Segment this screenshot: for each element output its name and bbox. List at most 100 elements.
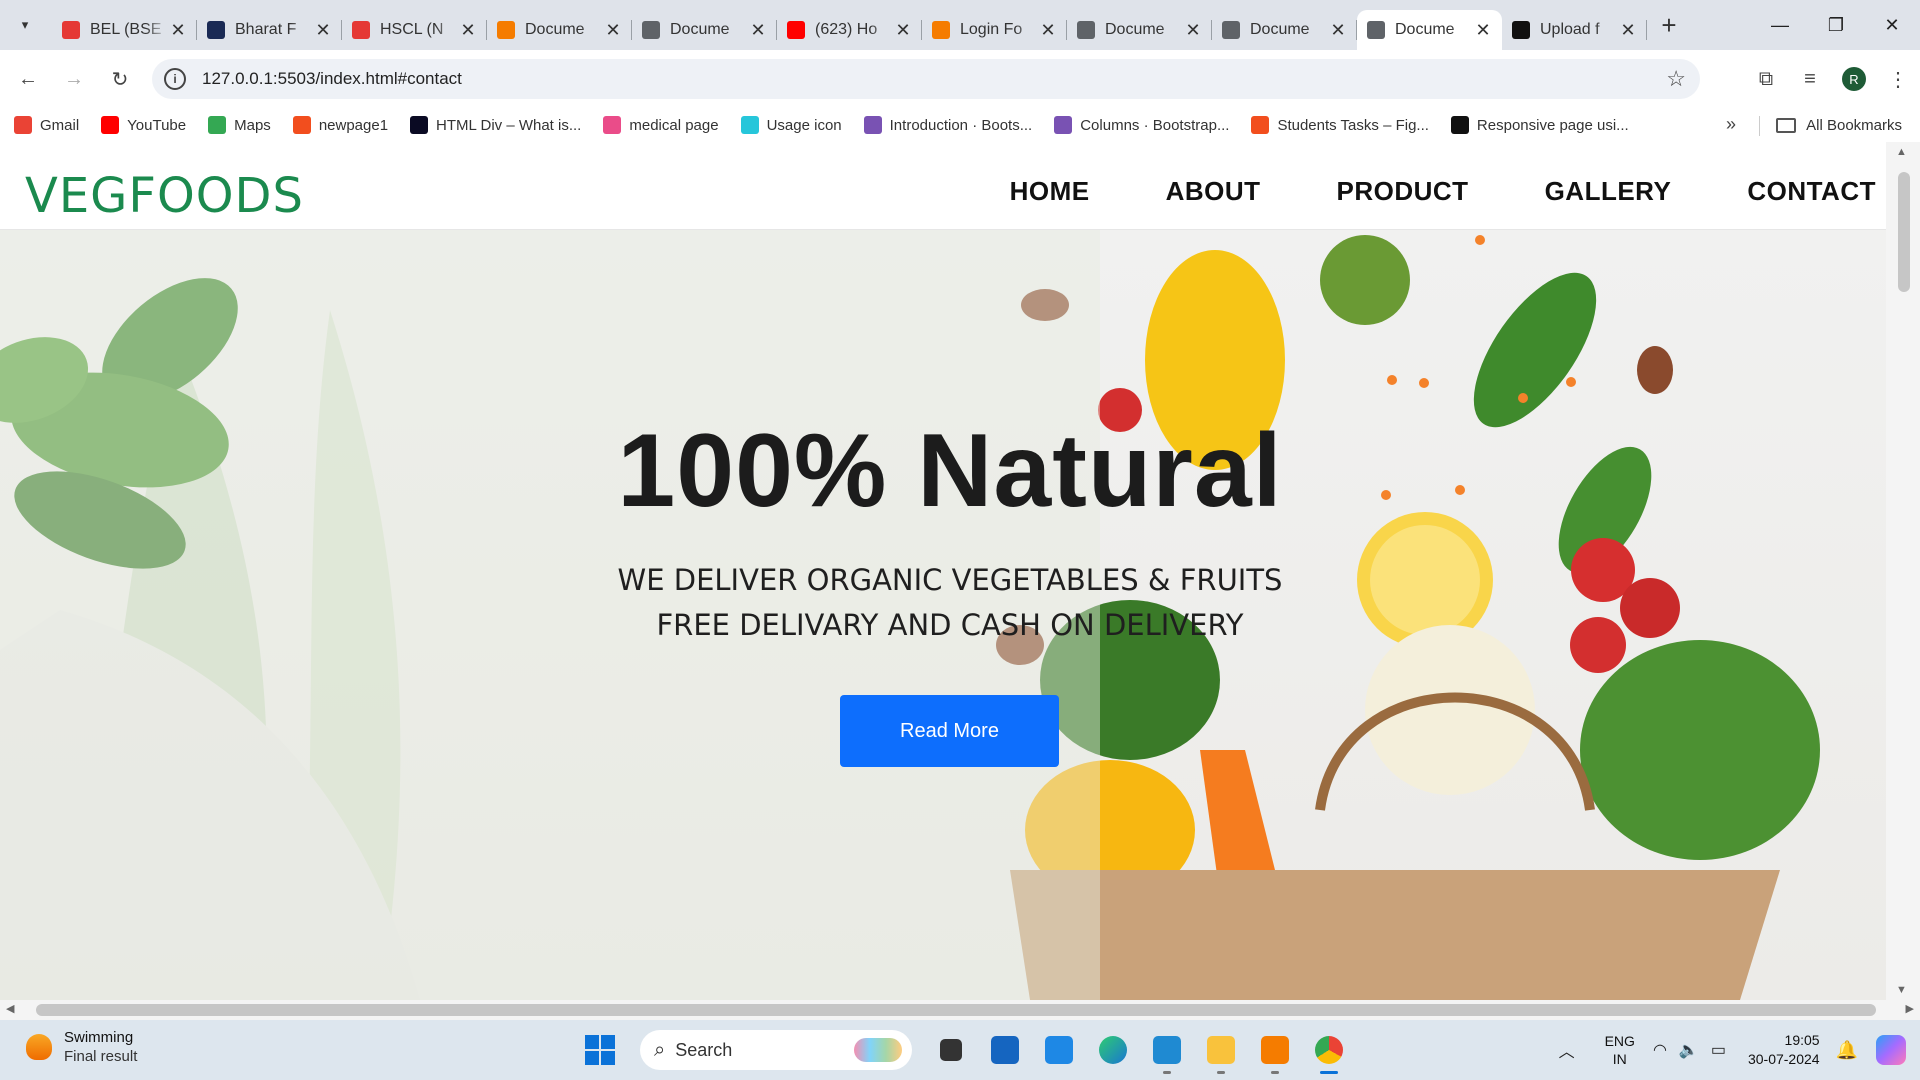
forward-button[interactable]: → [56, 61, 92, 97]
vertical-scrollbar[interactable]: ▲ ▼ [1886, 142, 1920, 1000]
clock-date: 30-07-2024 [1747, 1051, 1820, 1067]
nav-link-product[interactable]: PRODUCT [1337, 176, 1469, 207]
close-tab-icon[interactable]: ✕ [1329, 20, 1347, 41]
show-hidden-icons-icon[interactable]: ︿ [1559, 1038, 1575, 1062]
bookmark-item[interactable]: Columns · Bootstrap... [1054, 116, 1229, 134]
browser-tab[interactable]: BEL (BSE ✕ [52, 10, 197, 50]
tab-title: Docume [670, 21, 730, 38]
restore-button[interactable]: ❐ [1808, 0, 1864, 50]
more-bookmarks-icon[interactable]: » [1726, 114, 1736, 135]
close-tab-icon[interactable]: ✕ [1619, 20, 1637, 41]
bookmark-item[interactable]: newpage1 [292, 116, 388, 134]
bookmark-item[interactable]: Gmail [14, 116, 79, 134]
close-tab-icon[interactable]: ✕ [1474, 20, 1492, 41]
scroll-right-arrow[interactable]: ▶ [1906, 1002, 1914, 1015]
nav-link-home[interactable]: HOME [1010, 176, 1090, 207]
store-app-icon[interactable] [1037, 1028, 1081, 1072]
vscode-app-icon[interactable] [1145, 1028, 1189, 1074]
close-tab-icon[interactable]: ✕ [1039, 20, 1057, 41]
vertical-scroll-thumb[interactable] [1898, 172, 1910, 292]
horizontal-scrollbar[interactable]: ◀ ▶ [0, 1000, 1920, 1020]
close-tab-icon[interactable]: ✕ [314, 20, 332, 41]
browser-tab[interactable]: Docume ✕ [1212, 10, 1357, 50]
close-tab-icon[interactable]: ✕ [459, 20, 477, 41]
browser-tab[interactable]: Login Fo ✕ [922, 10, 1067, 50]
tab-search-button[interactable]: ▾ [10, 10, 40, 40]
xampp-app-icon[interactable] [1253, 1028, 1297, 1074]
bookmark-star-icon[interactable]: ☆ [1666, 66, 1686, 92]
bookmark-item[interactable]: medical page [603, 116, 719, 134]
task-view-button[interactable] [929, 1028, 973, 1072]
address-bar[interactable]: i 127.0.0.1:5503/index.html#contact ☆ [152, 59, 1700, 99]
nav-link-gallery[interactable]: GALLERY [1545, 176, 1672, 207]
profile-avatar[interactable]: R [1842, 67, 1866, 91]
close-tab-icon[interactable]: ✕ [604, 20, 622, 41]
site-info-icon[interactable]: i [164, 68, 186, 90]
volume-icon[interactable]: 🔈 [1679, 1040, 1699, 1060]
language-indicator[interactable]: ENG IN [1605, 1032, 1635, 1068]
github-icon [1512, 21, 1530, 39]
battery-icon[interactable]: ▭ [1711, 1040, 1726, 1060]
scroll-down-arrow[interactable]: ▼ [1896, 984, 1907, 996]
new-tab-button[interactable]: + [1653, 9, 1685, 41]
close-tab-icon[interactable]: ✕ [1184, 20, 1202, 41]
windows-taskbar: Swimming Final result ⌕ Search ︿ ENG IN … [0, 1020, 1920, 1080]
bookmark-item[interactable]: Introduction · Boots... [863, 116, 1032, 134]
site-logo[interactable]: VEGFOODS [25, 168, 304, 224]
horizontal-scroll-thumb[interactable] [36, 1004, 1876, 1016]
chrome-app-icon[interactable] [1307, 1028, 1351, 1074]
youtube-icon [101, 116, 120, 134]
tab-title: Docume [1250, 21, 1310, 38]
browser-tab[interactable]: Docume ✕ [1067, 10, 1212, 50]
bookmark-item[interactable]: Students Tasks – Fig... [1251, 116, 1429, 134]
back-button[interactable]: ← [10, 61, 46, 97]
read-more-button[interactable]: Read More [840, 695, 1059, 767]
nav-link-contact[interactable]: CONTACT [1747, 176, 1876, 207]
all-bookmarks-button[interactable]: All Bookmarks [1776, 108, 1902, 142]
browser-tab[interactable]: (623) Ho ✕ [777, 10, 922, 50]
url-text[interactable]: 127.0.0.1:5503/index.html#contact [202, 69, 462, 89]
edge-app-icon[interactable] [1091, 1028, 1135, 1072]
bookmark-item[interactable]: HTML Div – What is... [410, 116, 581, 134]
close-tab-icon[interactable]: ✕ [749, 20, 767, 41]
tab-title: Docume [1105, 21, 1165, 38]
bookmark-item[interactable]: Responsive page usi... [1450, 116, 1629, 134]
menu-kebab-icon[interactable]: ⋮ [1876, 67, 1920, 92]
bookmark-item[interactable]: YouTube [101, 116, 186, 134]
scroll-up-arrow[interactable]: ▲ [1896, 146, 1907, 158]
bookmark-label: Maps [234, 116, 271, 134]
bse-icon [207, 21, 225, 39]
notification-bell-icon[interactable]: 🔔 [1836, 1040, 1858, 1061]
bookmark-item[interactable]: Maps [208, 116, 271, 134]
bookmark-item[interactable]: Usage icon [740, 116, 842, 134]
reload-button[interactable]: ↻ [102, 61, 138, 97]
media-controls-icon[interactable]: ≡ [1788, 68, 1832, 91]
freecodecamp-icon [410, 116, 429, 134]
minimize-button[interactable]: — [1752, 0, 1808, 50]
folder-icon [1776, 117, 1797, 133]
globe-icon [1222, 21, 1240, 39]
close-window-button[interactable]: ✕ [1864, 0, 1920, 50]
bookmark-label: Gmail [40, 116, 80, 134]
cortana-app-icon[interactable] [983, 1028, 1027, 1072]
close-tab-icon[interactable]: ✕ [894, 20, 912, 41]
start-button[interactable] [580, 1030, 620, 1070]
clock[interactable]: 19:05 30-07-2024 [1748, 1031, 1820, 1069]
nav-link-about[interactable]: ABOUT [1166, 176, 1261, 207]
file-explorer-icon[interactable] [1199, 1028, 1243, 1074]
close-tab-icon[interactable]: ✕ [169, 20, 187, 41]
browser-tab[interactable]: Docume ✕ [487, 10, 632, 50]
browser-tab[interactable]: Upload f ✕ [1502, 10, 1647, 50]
bookmark-label: Usage icon [766, 116, 842, 134]
browser-tab[interactable]: Docume ✕ [1357, 10, 1502, 50]
browser-tab[interactable]: Docume ✕ [632, 10, 777, 50]
browser-tab[interactable]: Bharat F ✕ [197, 10, 342, 50]
browser-tab[interactable]: HSCL (N ✕ [342, 10, 487, 50]
weather-widget[interactable]: Swimming Final result [26, 1029, 137, 1065]
scroll-left-arrow[interactable]: ◀ [6, 1002, 14, 1015]
taskbar-search[interactable]: ⌕ Search [640, 1030, 912, 1070]
red-k-icon [62, 21, 80, 39]
copilot-icon[interactable] [1876, 1035, 1906, 1065]
wifi-icon[interactable]: ◠ [1653, 1040, 1667, 1060]
extensions-icon[interactable]: ⧉ [1744, 68, 1788, 91]
